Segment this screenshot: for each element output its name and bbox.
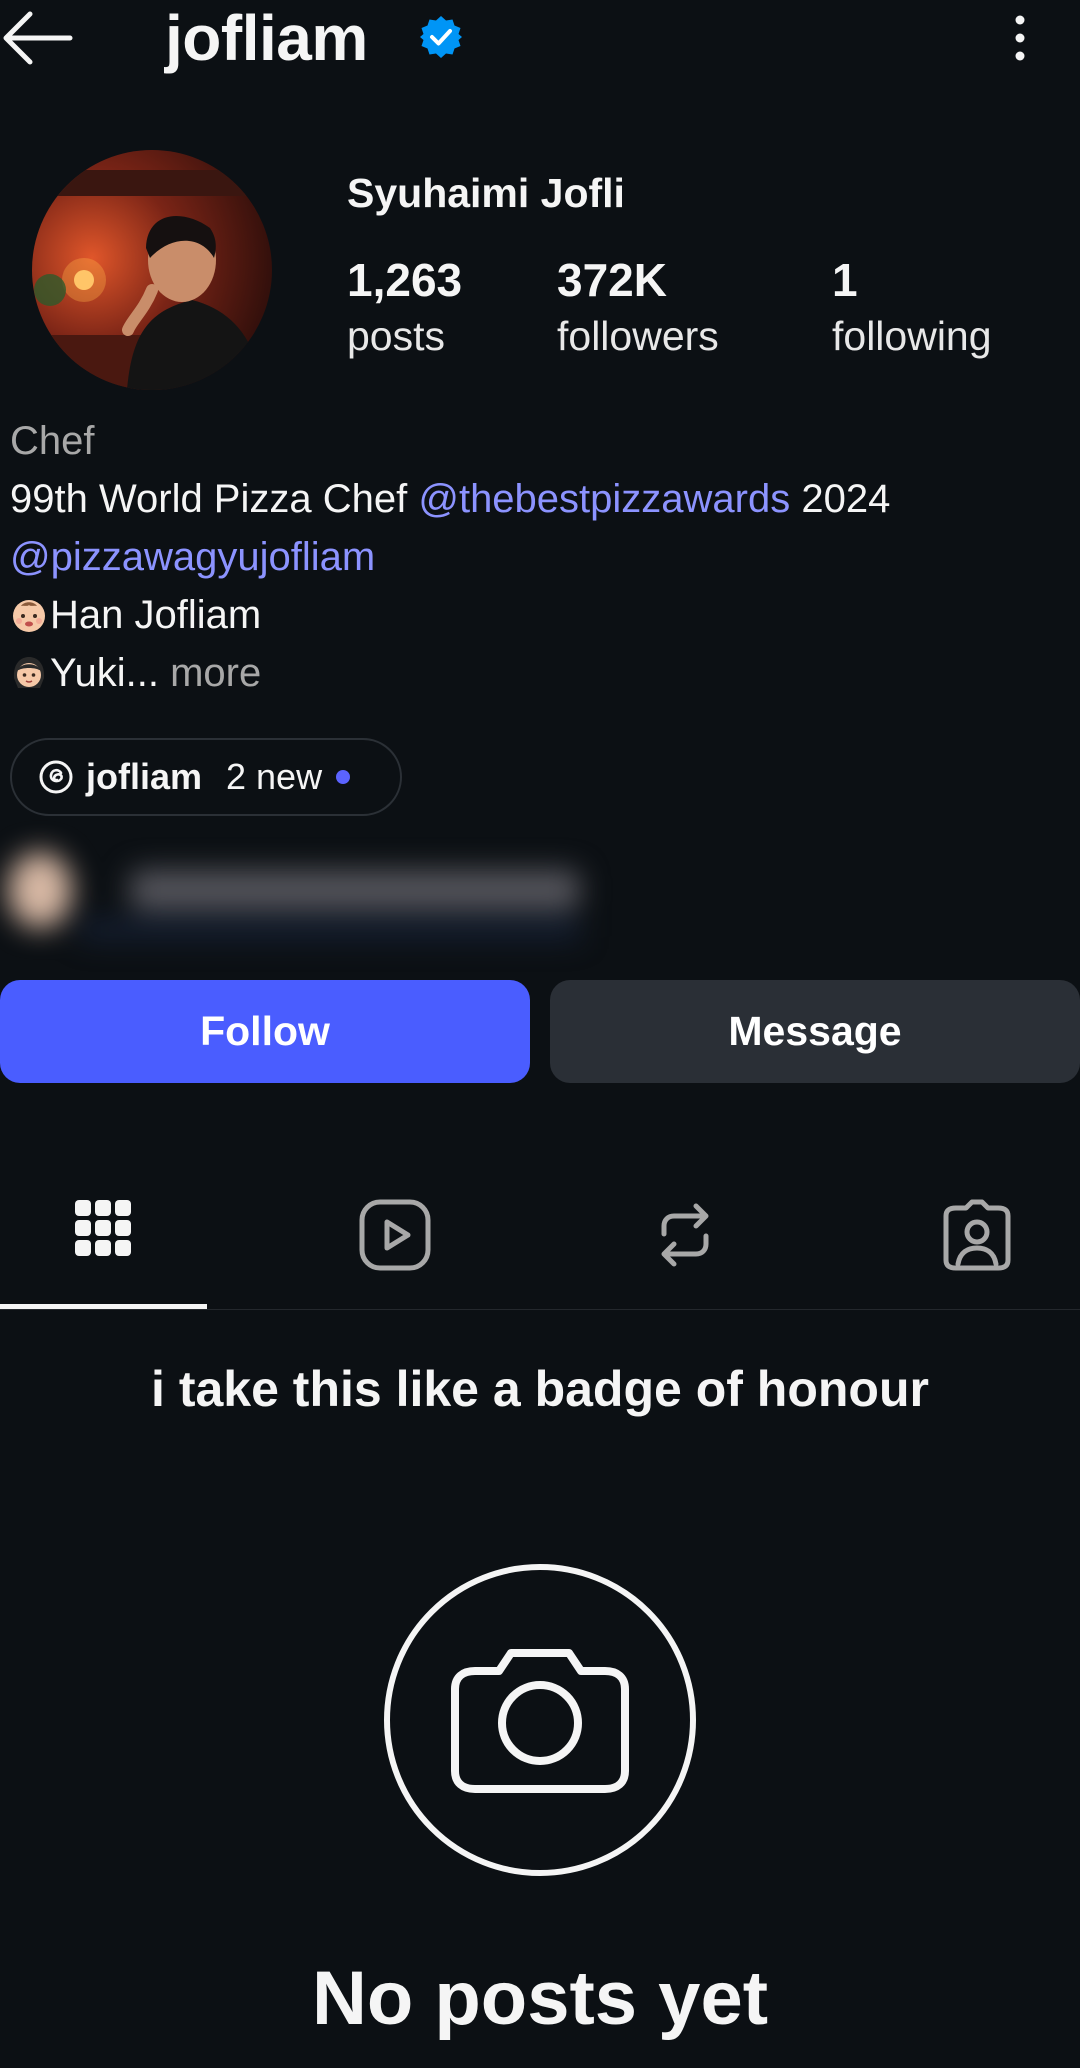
tagged-icon xyxy=(943,1199,1011,1271)
profile-page: jofliam Syuhaimi Jofli 1,263 posts 372K … xyxy=(0,0,1080,2068)
followers-label: followers xyxy=(557,313,719,359)
follow-button[interactable]: Follow xyxy=(0,980,530,1083)
bio-text: 99th World Pizza Chef xyxy=(10,477,419,521)
bio-line-3: Han Jofliam xyxy=(10,586,890,644)
bio-text: Yuki... xyxy=(50,651,159,695)
bio-text: Han Jofliam xyxy=(50,593,262,637)
mention-link[interactable]: @pizzawagyujofliam xyxy=(10,535,375,579)
profile-username: jofliam xyxy=(165,2,368,74)
following-stat[interactable]: 1 following xyxy=(832,252,992,364)
bio-more-link[interactable]: more xyxy=(159,651,261,695)
baby-face-emoji-icon xyxy=(13,600,45,632)
threads-badge[interactable]: jofliam 2 new xyxy=(10,738,402,816)
posts-stat[interactable]: 1,263 posts xyxy=(347,252,462,364)
followers-stat[interactable]: 372K followers xyxy=(557,252,719,364)
reels-icon xyxy=(359,1199,431,1271)
new-indicator-dot xyxy=(336,770,351,784)
verified-badge-icon xyxy=(420,16,462,58)
bio: Chef 99th World Pizza Chef @thebestpizza… xyxy=(10,412,890,702)
bio-line-2: @pizzawagyujofliam xyxy=(10,528,890,586)
empty-state-title: No posts yet xyxy=(311,1956,769,2041)
followed-by-blurred xyxy=(8,852,580,940)
bio-line-1: 99th World Pizza Chef @thebestpizzawards… xyxy=(10,470,890,528)
tab-reposts[interactable] xyxy=(640,1180,730,1290)
display-name: Syuhaimi Jofli xyxy=(347,170,625,216)
repost-icon xyxy=(661,1203,709,1267)
grid-icon xyxy=(75,1200,131,1256)
bio-category: Chef xyxy=(10,419,95,463)
threads-new-count: 2 new xyxy=(226,756,323,797)
threads-icon xyxy=(39,760,73,794)
tab-divider xyxy=(0,1309,1080,1310)
tab-tagged[interactable] xyxy=(932,1180,1022,1290)
bio-text: 2024 xyxy=(790,477,891,521)
tab-reels[interactable] xyxy=(350,1180,440,1290)
following-count: 1 xyxy=(832,254,858,306)
message-button[interactable]: Message xyxy=(550,980,1080,1083)
bio-line-4: Yuki... more xyxy=(10,644,890,702)
avatar[interactable] xyxy=(32,150,272,390)
camera-icon xyxy=(384,1564,696,1876)
girl-face-emoji-icon xyxy=(13,657,45,688)
arrow-left-icon[interactable] xyxy=(0,8,76,68)
threads-handle: jofliam xyxy=(86,756,203,797)
followers-count: 372K xyxy=(557,254,667,306)
more-vertical-icon[interactable] xyxy=(1000,10,1040,66)
posts-label: posts xyxy=(347,313,445,359)
tab-posts-grid[interactable] xyxy=(58,1180,148,1290)
following-label: following xyxy=(832,313,992,359)
mention-link[interactable]: @thebestpizzawards xyxy=(418,477,790,521)
posts-count: 1,263 xyxy=(347,254,463,306)
video-caption: i take this like a badge of honour xyxy=(151,1361,929,1417)
